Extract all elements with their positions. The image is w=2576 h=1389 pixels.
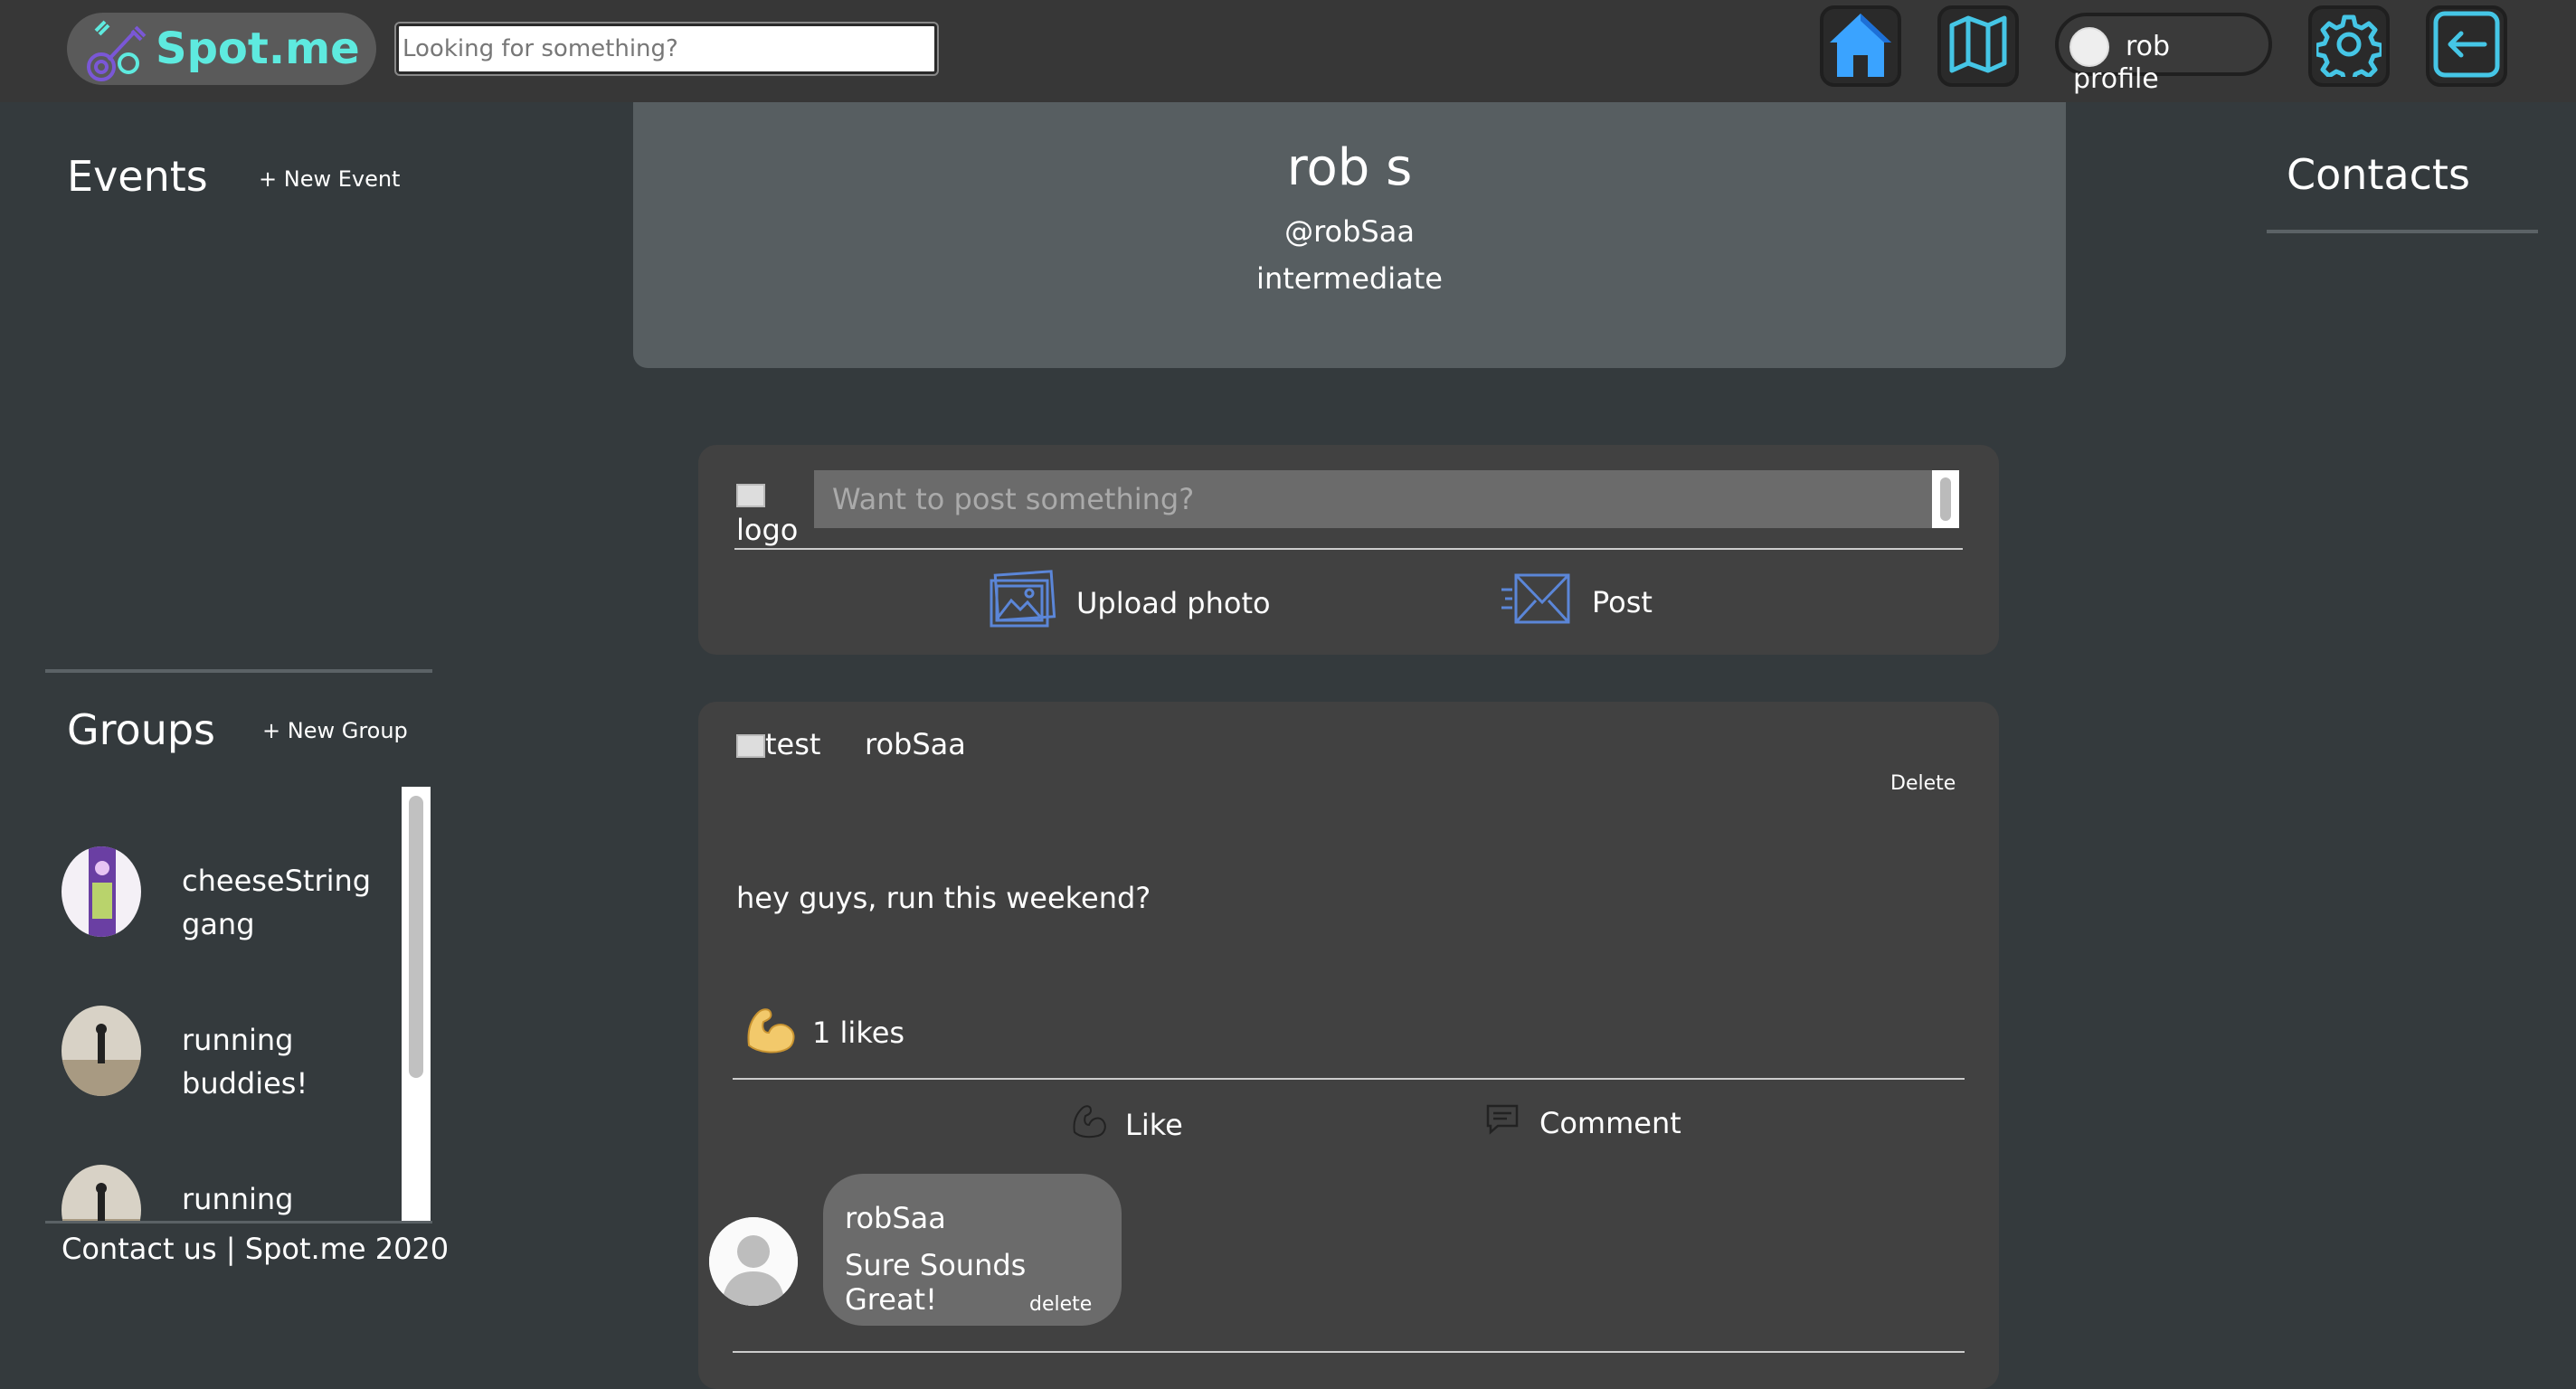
home-icon [1824, 8, 1897, 84]
logout-arrow-icon [2432, 10, 2501, 82]
dumbbell-logo-icon [81, 13, 154, 85]
footer-text[interactable]: Contact us | Spot.me 2020 [62, 1232, 449, 1266]
profile-name: rob [2126, 31, 2171, 62]
photo-icon [988, 570, 1056, 637]
profile-full-name: rob s [1286, 138, 1413, 197]
logout-button[interactable] [2426, 5, 2507, 87]
post-label: Post [1592, 585, 1653, 619]
profile-avatar [2069, 27, 2109, 67]
delete-post-button[interactable]: Delete [1890, 772, 1956, 795]
flexed-bicep-icon [743, 1004, 798, 1062]
comment-label: Comment [1539, 1106, 1681, 1140]
home-button[interactable] [1820, 5, 1901, 87]
map-button[interactable] [1937, 5, 2019, 87]
comment-button[interactable]: Comment [1485, 1103, 1681, 1143]
composer-avatar: logo [736, 476, 798, 548]
gear-icon [2314, 12, 2384, 85]
group-avatar [62, 1165, 141, 1221]
profile-header: rob s @robSaa intermediate [633, 102, 2066, 368]
footer-divider [45, 1221, 432, 1224]
group-avatar [62, 846, 141, 937]
comment-divider [733, 1351, 1965, 1353]
group-name: running buddies! [182, 1182, 294, 1216]
like-label: Like [1125, 1108, 1183, 1142]
contacts-divider [2267, 230, 2538, 233]
search-input[interactable] [394, 22, 939, 76]
profile-avatar-alt: profile [2073, 63, 2159, 95]
groups-list[interactable]: cheeseString gang running buddies! runni… [45, 787, 430, 1221]
post-button[interactable]: Post [1500, 570, 1653, 635]
comment-bubble: robSaa Sure Sounds Great! delete [823, 1174, 1122, 1326]
upload-photo-button[interactable]: Upload photo [988, 570, 1271, 637]
group-name: running buddies! [182, 1023, 308, 1101]
likes-count: 1 likes [743, 1004, 904, 1062]
post-card: test robSaa Delete hey guys, run this we… [698, 702, 1999, 1389]
composer-avatar-alt: logo [736, 513, 799, 547]
contacts-title: Contacts [2287, 150, 2470, 199]
sidebar-divider [45, 669, 432, 673]
group-name: cheeseString gang [182, 864, 372, 941]
post-composer: logo Upload photo Post [698, 445, 1999, 655]
like-button[interactable]: Like [1071, 1103, 1183, 1147]
new-event-button[interactable]: + New Event [259, 166, 400, 192]
groups-scrollbar[interactable] [402, 787, 431, 1221]
groups-title: Groups [67, 705, 216, 754]
groups-scrollbar-thumb[interactable] [409, 796, 423, 1078]
post-divider [733, 1078, 1965, 1080]
post-author-avatar-alt: test [765, 727, 821, 761]
settings-button[interactable] [2308, 5, 2390, 87]
post-input-scrollbar[interactable] [1932, 470, 1959, 528]
upload-photo-label: Upload photo [1076, 586, 1271, 620]
comment-avatar [709, 1217, 798, 1306]
comment-author[interactable]: robSaa [845, 1201, 946, 1235]
map-icon [1946, 13, 2010, 80]
delete-comment-button[interactable]: delete [1029, 1293, 1092, 1316]
group-item[interactable]: cheeseString gang [62, 846, 414, 955]
post-body: hey guys, run this weekend? [736, 881, 1151, 915]
comment-bubble-icon [1485, 1103, 1520, 1143]
group-item[interactable]: running buddies! [62, 1165, 414, 1221]
group-avatar [62, 1006, 141, 1096]
like-bicep-icon [1071, 1103, 1107, 1147]
envelope-icon [1500, 570, 1572, 635]
brand-logo[interactable]: Spot.me [67, 13, 376, 85]
group-item[interactable]: running buddies! [62, 1006, 414, 1114]
post-input[interactable] [814, 470, 1936, 528]
post-author-name[interactable]: robSaa [865, 727, 966, 761]
events-title: Events [67, 152, 208, 201]
brand-name: Spot.me [156, 24, 360, 74]
likes-text: 1 likes [812, 1016, 905, 1050]
top-bar: Spot.me rob profile [0, 0, 2576, 102]
profile-level: intermediate [1256, 261, 1443, 296]
profile-handle: @robSaa [1284, 214, 1415, 249]
new-group-button[interactable]: + New Group [262, 718, 408, 743]
profile-button[interactable]: rob profile [2055, 13, 2272, 95]
post-author-avatar: test [736, 727, 820, 761]
composer-divider [734, 548, 1963, 550]
